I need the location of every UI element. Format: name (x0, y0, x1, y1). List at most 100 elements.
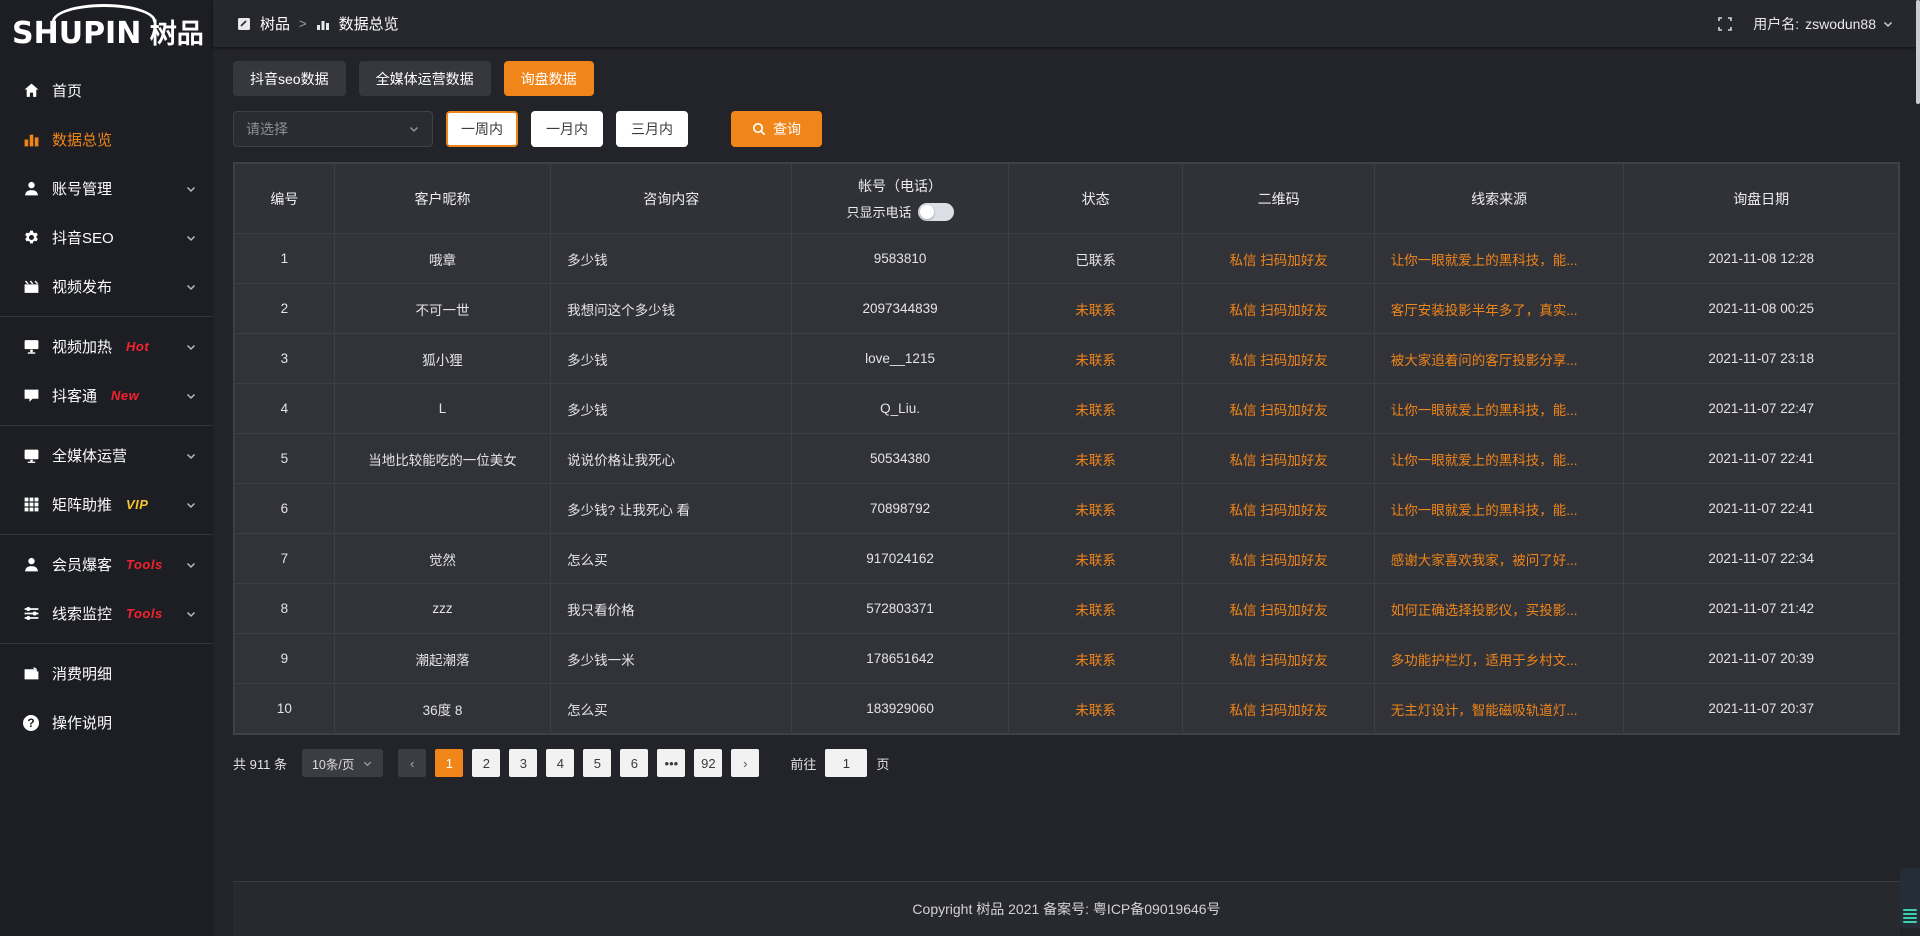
cell-content: 多少钱 (551, 334, 792, 384)
page-number-button[interactable]: 1 (435, 749, 463, 777)
username-label: 用户名: (1753, 14, 1799, 34)
cell-content: 说说价格让我死心 (551, 434, 792, 484)
period-button-3[interactable]: 三月内 (616, 111, 688, 147)
wallet-icon (22, 665, 40, 683)
qr-links[interactable]: 私信 扫码加好友 (1183, 334, 1374, 384)
copyright-text: Copyright 树品 2021 备案号: 粤ICP备09019646号 (912, 899, 1220, 919)
sidebar-item-sliders[interactable]: 线索监控Tools (0, 589, 213, 638)
cell-date: 2021-11-07 23:18 (1624, 334, 1899, 384)
sidebar-item-grid[interactable]: 矩阵助推VIP (0, 480, 213, 529)
cell-nickname: 潮起潮落 (334, 634, 550, 684)
cell-content: 我只看价格 (551, 584, 792, 634)
chevron-down-icon (185, 390, 197, 402)
user-icon (22, 180, 40, 198)
page-number-button[interactable]: 3 (509, 749, 537, 777)
qr-links[interactable]: 私信 扫码加好友 (1183, 234, 1374, 284)
status-badge: 未联系 (1008, 384, 1183, 434)
cell-no: 4 (235, 384, 335, 434)
sidebar-item-label: 操作说明 (52, 712, 112, 733)
breadcrumb: 树品 > 数据总览 (237, 13, 399, 34)
cell-no: 1 (235, 234, 335, 284)
cell-account: 183929060 (792, 684, 1008, 734)
sidebar-item-wallet[interactable]: 消费明细 (0, 649, 213, 698)
sidebar-item-home[interactable]: 首页 (0, 66, 213, 115)
cell-date: 2021-11-07 20:37 (1624, 684, 1899, 734)
page-size-select[interactable]: 10条/页 (302, 749, 383, 777)
sidebar-item-badge: Tools (126, 557, 163, 572)
sidebar-item-video-publish[interactable]: 视频发布 (0, 262, 213, 311)
search-button[interactable]: 查询 (731, 111, 822, 147)
sidebar-item-label: 账号管理 (52, 178, 112, 199)
sidebar-item-label: 会员爆客 (52, 554, 112, 575)
lead-source-link[interactable]: 被大家追着问的客厅投影分享... (1374, 334, 1624, 384)
tab-3[interactable]: 询盘数据 (504, 61, 594, 96)
phone-toggle-label: 只显示电话 (847, 202, 912, 221)
tab-2[interactable]: 全媒体运营数据 (359, 61, 491, 96)
sidebar-item-bar-chart[interactable]: 数据总览 (0, 115, 213, 164)
page-number-button[interactable]: 5 (583, 749, 611, 777)
status-badge: 未联系 (1008, 684, 1183, 734)
breadcrumb-root[interactable]: 树品 (260, 13, 290, 34)
qr-links[interactable]: 私信 扫码加好友 (1183, 384, 1374, 434)
tab-1[interactable]: 抖音seo数据 (233, 61, 346, 96)
sidebar-item-label: 首页 (52, 80, 82, 101)
goto-page-input[interactable] (825, 749, 867, 777)
table-row: 1哦章多少钱9583810已联系私信 扫码加好友让你一眼就爱上的黑科技，能...… (235, 234, 1899, 284)
lead-source-link[interactable]: 感谢大家喜欢我家，被问了好... (1374, 534, 1624, 584)
lead-source-link[interactable]: 让你一眼就爱上的黑科技，能... (1374, 434, 1624, 484)
sidebar-item-label: 视频加热 (52, 336, 112, 357)
qr-links[interactable]: 私信 扫码加好友 (1183, 434, 1374, 484)
column-header-4: 帐号（电话）只显示电话 (792, 164, 1008, 234)
page-number-button[interactable]: 6 (620, 749, 648, 777)
cell-account: 70898792 (792, 484, 1008, 534)
filter-select[interactable]: 请选择 (233, 111, 433, 147)
sidebar-item-question[interactable]: ? 操作说明 (0, 698, 213, 747)
page-ellipsis-button[interactable]: ••• (657, 749, 685, 777)
lead-source-link[interactable]: 如何正确选择投影仪，买投影... (1374, 584, 1624, 634)
lead-source-link[interactable]: 让你一眼就爱上的黑科技，能... (1374, 484, 1624, 534)
sidebar-item-member[interactable]: 会员爆客 Tools (0, 540, 213, 589)
qr-links[interactable]: 私信 扫码加好友 (1183, 634, 1374, 684)
page-number-group: 123456 ••• 92 (435, 749, 722, 777)
sidebar-item-chat[interactable]: 抖客通New (0, 371, 213, 420)
qr-links[interactable]: 私信 扫码加好友 (1183, 684, 1374, 734)
scrollbar-thumb[interactable] (1916, 0, 1920, 104)
phone-only-toggle[interactable] (918, 203, 954, 221)
lead-source-link[interactable]: 让你一眼就爱上的黑科技，能... (1374, 384, 1624, 434)
qr-links[interactable]: 私信 扫码加好友 (1183, 534, 1374, 584)
lead-source-link[interactable]: 让你一眼就爱上的黑科技，能... (1374, 234, 1624, 284)
chevron-down-icon (185, 281, 197, 293)
fullscreen-icon[interactable] (1717, 16, 1733, 32)
sidebar-item-gear[interactable]: 抖音SEO (0, 213, 213, 262)
question-icon: ? (22, 714, 40, 732)
page-number-button[interactable]: 2 (472, 749, 500, 777)
period-button-group: 一周内一月内三月内 (446, 111, 688, 147)
cell-account: 9583810 (792, 234, 1008, 284)
period-button-1[interactable]: 一周内 (446, 111, 518, 147)
sidebar-item-user[interactable]: 账号管理 (0, 164, 213, 213)
lead-source-link[interactable]: 客厅安装投影半年多了，真实... (1374, 284, 1624, 334)
page-size-label: 10条/页 (312, 754, 354, 773)
page-number-button[interactable]: 92 (694, 749, 722, 777)
qr-links[interactable]: 私信 扫码加好友 (1183, 284, 1374, 334)
qr-links[interactable]: 私信 扫码加好友 (1183, 484, 1374, 534)
cell-account: love__1215 (792, 334, 1008, 384)
sidebar-item-monitor[interactable]: 全媒体运营 (0, 431, 213, 480)
cell-date: 2021-11-07 21:42 (1624, 584, 1899, 634)
prev-page-button[interactable]: ‹ (398, 749, 426, 777)
floating-widget[interactable] (1900, 868, 1920, 928)
cell-account: Q_Liu. (792, 384, 1008, 434)
sidebar-item-label: 矩阵助推 (52, 494, 112, 515)
sidebar-item-monitor-hot[interactable]: 视频加热Hot (0, 322, 213, 371)
user-menu[interactable]: 用户名: zswodun88 (1753, 14, 1894, 34)
page-number-button[interactable]: 4 (546, 749, 574, 777)
qr-links[interactable]: 私信 扫码加好友 (1183, 584, 1374, 634)
cell-no: 9 (235, 634, 335, 684)
data-tabs: 抖音seo数据全媒体运营数据询盘数据 (233, 61, 1900, 96)
lead-source-link[interactable]: 无主灯设计，智能磁吸轨道灯... (1374, 684, 1624, 734)
period-button-2[interactable]: 一月内 (531, 111, 603, 147)
table-row: 5当地比较能吃的一位美女说说价格让我死心50534380未联系私信 扫码加好友让… (235, 434, 1899, 484)
next-page-button[interactable]: › (731, 749, 759, 777)
lead-source-link[interactable]: 多功能护栏灯，适用于乡村文... (1374, 634, 1624, 684)
table-row: 4L多少钱Q_Liu.未联系私信 扫码加好友让你一眼就爱上的黑科技，能...20… (235, 384, 1899, 434)
